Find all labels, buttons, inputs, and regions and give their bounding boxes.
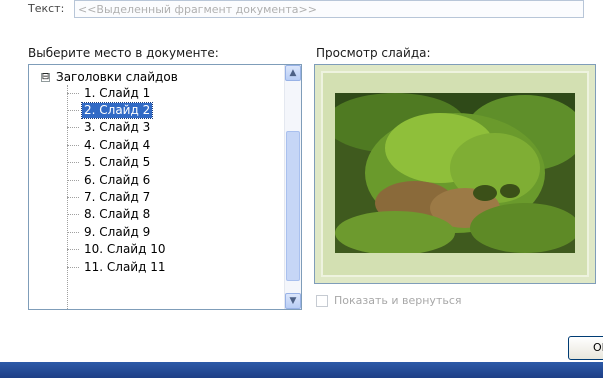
tree-item-label: 4. Слайд 4 (84, 137, 151, 152)
tree-item-label: 7. Слайд 7 (84, 189, 151, 204)
slide-photo (335, 93, 575, 253)
tree-item-label: 9. Слайд 9 (84, 224, 151, 239)
tree-branch-line (67, 266, 79, 268)
tree-item[interactable]: 2. Слайд 2 (67, 101, 154, 119)
tree-item-label: 3. Слайд 3 (84, 120, 151, 135)
tree-item-label: 10. Слайд 10 (84, 242, 166, 257)
scroll-thumb[interactable] (286, 131, 300, 281)
tree-item-label: 1. Слайд 1 (84, 85, 151, 100)
tree-item[interactable]: 7. Слайд 7 (67, 189, 152, 205)
tree-item[interactable]: 1. Слайд 1 (67, 85, 152, 101)
insert-hyperlink-dialog: Текст: <<Выделенный фрагмент документа>>… (0, 0, 603, 362)
tree-branch-line (67, 162, 79, 164)
tree-branch-line (67, 92, 79, 94)
document-place-tree[interactable]: ⊟ Заголовки слайдов 1. Слайд 1 2. Слайд 2… (28, 64, 302, 310)
tree-branch-line (67, 249, 79, 251)
tree-item[interactable]: 8. Слайд 8 (67, 207, 152, 223)
tree-item-label: 2. Слайд 2 (80, 101, 154, 119)
tree-branch-line (67, 109, 79, 111)
text-to-display-input[interactable]: <<Выделенный фрагмент документа>> (74, 0, 584, 18)
tree-scrollbar[interactable]: ▲ ▼ (284, 65, 301, 309)
tree-item-label: 6. Слайд 6 (84, 172, 151, 187)
show-and-return-checkbox[interactable] (316, 294, 328, 307)
scroll-down-button[interactable]: ▼ (285, 293, 301, 309)
tree-item[interactable]: 10. Слайд 10 (67, 242, 167, 258)
text-label: Текст: (28, 2, 65, 15)
select-place-label: Выберите место в документе: (28, 46, 219, 60)
tree-branch-line (67, 196, 79, 198)
tree-item[interactable]: 11. Слайд 11 (67, 259, 167, 275)
tree-branch-line (67, 231, 79, 233)
collapse-icon[interactable]: ⊟ (41, 72, 50, 82)
slide-thumbnail (321, 71, 589, 277)
tree-item-label: 8. Слайд 8 (84, 207, 151, 222)
tree-root-label: Заголовки слайдов (56, 70, 178, 84)
scroll-up-button[interactable]: ▲ (285, 65, 301, 81)
slide-preview-frame (314, 64, 596, 284)
tree-item[interactable]: 4. Слайд 4 (67, 137, 152, 153)
tree-item[interactable]: 3. Слайд 3 (67, 120, 152, 136)
taskbar-strip (0, 362, 603, 378)
tree-item[interactable]: 9. Слайд 9 (67, 224, 152, 240)
tree-item-label: 5. Слайд 5 (84, 155, 151, 170)
text-field-row: Текст: <<Выделенный фрагмент документа>> (28, 0, 603, 22)
tree-branch-line (67, 214, 79, 216)
show-and-return-label: Показать и вернуться (334, 294, 462, 307)
chevron-up-icon: ▲ (289, 68, 297, 78)
tree-branch-line (67, 179, 79, 181)
chevron-down-icon: ▼ (289, 296, 297, 306)
slide-preview-label: Просмотр слайда: (316, 46, 431, 60)
tree-branch-line (67, 127, 79, 129)
tree-branch-line (67, 144, 79, 146)
tree-item[interactable]: 6. Слайд 6 (67, 172, 152, 188)
ok-button[interactable]: OK (568, 336, 603, 360)
show-and-return-row[interactable]: Показать и вернуться (316, 294, 462, 307)
tree-item-label: 11. Слайд 11 (84, 259, 166, 274)
tree-item[interactable]: 5. Слайд 5 (67, 155, 152, 171)
tree-root-slide-titles[interactable]: ⊟ Заголовки слайдов (41, 69, 178, 85)
